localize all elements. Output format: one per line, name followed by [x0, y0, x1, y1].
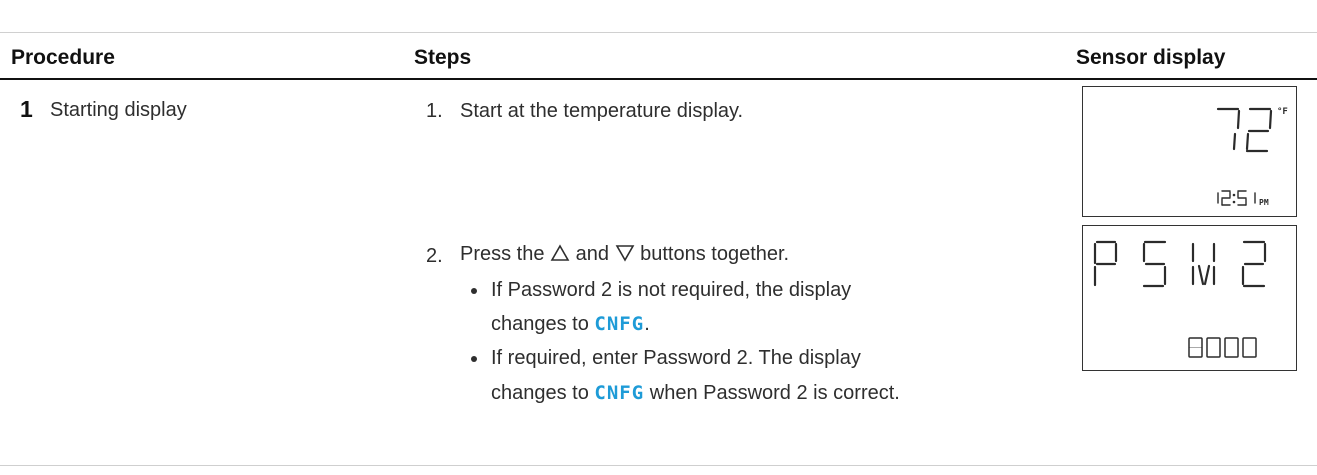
lcd-digit-7: [1216, 107, 1241, 151]
down-triangle-icon: [615, 245, 634, 262]
bullet-dot: [471, 356, 477, 362]
bullet-1-line-2: changes to CNFG.: [491, 314, 650, 334]
bullet-2-line-1: If required, enter Password 2. The displ…: [491, 347, 861, 369]
lcd-sub-digits: [1188, 337, 1257, 358]
step-2-text: Press the and buttons together.: [460, 244, 789, 264]
lcd-password-graphic: [1093, 240, 1267, 358]
bullet-1-line-2-suffix: .: [644, 313, 650, 335]
sensor-display-temperature: °F PM: [1082, 86, 1297, 217]
procedure-title: Starting display: [50, 99, 187, 121]
bullet-2-line-2: changes to CNFG when Password 2 is corre…: [491, 383, 900, 403]
step-1-number: 1.: [426, 100, 443, 122]
bullet-1-line-2-prefix: changes to: [491, 313, 589, 335]
lcd-ampm: PM: [1259, 198, 1269, 207]
step-2-number: 2.: [426, 245, 443, 267]
lcd-char-2: [1241, 240, 1267, 288]
step-2-prefix: Press the: [460, 243, 545, 265]
step-1-text: Start at the temperature display.: [460, 100, 744, 122]
lcd-char-W: [1191, 242, 1216, 286]
step-2-suffix: buttons together.: [640, 243, 790, 265]
cnfg-code: CNFG: [594, 382, 645, 404]
lcd-temperature-graphic: °F PM: [1216, 107, 1288, 207]
lcd-char-S: [1142, 240, 1167, 288]
up-triangle-icon: [550, 244, 570, 261]
header-sensor-display: Sensor display: [1076, 46, 1226, 69]
lcd-unit: °F: [1277, 107, 1288, 117]
lcd-time-digits: [1217, 190, 1256, 206]
lcd-digit-2: [1245, 107, 1273, 153]
bullet-dot: [471, 288, 477, 294]
header-steps: Steps: [414, 46, 472, 69]
procedure-number: 1: [20, 96, 33, 122]
top-rule: [0, 32, 1317, 33]
header-rule: [0, 78, 1317, 80]
bullet-2-line-2-suffix: when Password 2 is correct.: [649, 382, 900, 404]
lcd-char-P: [1093, 240, 1118, 287]
step-2-and: and: [575, 243, 609, 265]
header-procedure: Procedure: [11, 46, 115, 69]
bottom-rule: [0, 465, 1317, 466]
cnfg-code: CNFG: [594, 313, 645, 335]
bullet-2-line-2-prefix: changes to: [491, 382, 589, 404]
bullet-1-line-1: If Password 2 is not required, the displ…: [491, 279, 852, 301]
sensor-display-password: [1082, 225, 1297, 371]
